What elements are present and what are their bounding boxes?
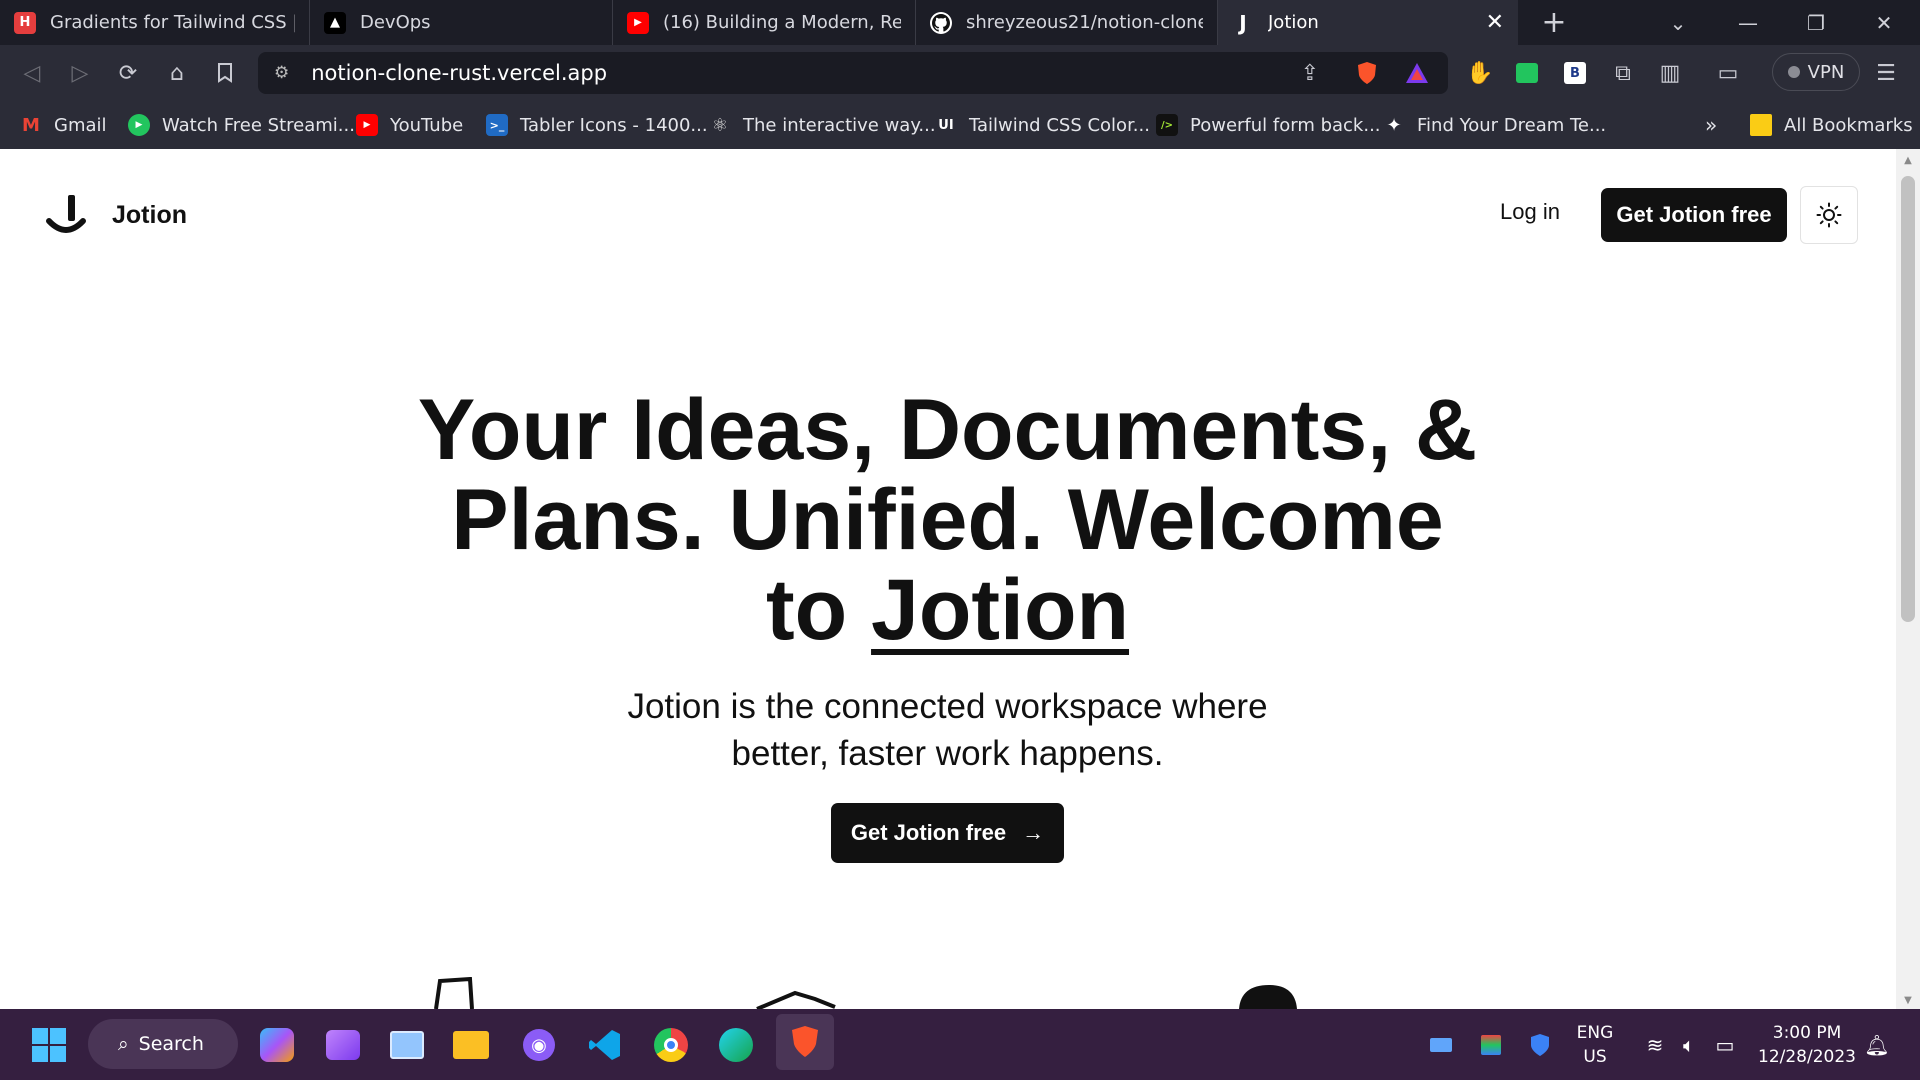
- language-indicator[interactable]: ENG US: [1565, 1021, 1625, 1069]
- browser-chrome: H Gradients for Tailwind CSS | Hyp ▲ Dev…: [0, 0, 1920, 149]
- youtube-favicon-icon: ▶: [627, 11, 649, 34]
- close-tab-icon[interactable]: ✕: [1486, 10, 1504, 35]
- gmail-icon: M: [22, 114, 40, 136]
- extensions-puzzle-icon[interactable]: ⧉: [1603, 45, 1643, 101]
- extension-1-icon[interactable]: ✋: [1460, 45, 1500, 101]
- tab-gradients[interactable]: H Gradients for Tailwind CSS | Hyp: [0, 0, 310, 45]
- vercel-favicon-icon: ▲: [324, 11, 346, 34]
- bookmark-watch-free[interactable]: ▶ Watch Free Streami...: [128, 101, 355, 149]
- chrome-icon[interactable]: [646, 1020, 696, 1070]
- hyperui-favicon-icon: H: [14, 11, 36, 34]
- minimize-button[interactable]: —: [1720, 0, 1776, 45]
- new-tab-button[interactable]: +: [1526, 0, 1582, 45]
- brand-logo[interactable]: Jotion: [46, 193, 187, 237]
- illustration-doodle-middle: [756, 990, 836, 1009]
- close-window-button[interactable]: ✕: [1856, 0, 1912, 45]
- tab-github[interactable]: shreyzeous21/notion-clone: Nc: [916, 0, 1218, 45]
- vpn-button[interactable]: VPN: [1772, 53, 1860, 91]
- all-bookmarks-button[interactable]: All Bookmarks: [1750, 101, 1913, 149]
- github-desktop-icon[interactable]: ◉: [514, 1020, 564, 1070]
- bookmark-tabler[interactable]: >_ Tabler Icons - 1400...: [486, 101, 708, 149]
- scroll-up-icon[interactable]: ▲: [1896, 151, 1920, 169]
- tab-devops[interactable]: ▲ DevOps: [310, 0, 613, 45]
- wallet-icon[interactable]: ▭: [1708, 45, 1748, 101]
- bookmark-icon[interactable]: [205, 45, 245, 101]
- scrollbar-thumb[interactable]: [1901, 176, 1915, 622]
- url-text: notion-clone-rust.vercel.app: [311, 61, 608, 85]
- brave-taskbar-icon[interactable]: [776, 1014, 834, 1070]
- sparkle-icon: ✦: [1386, 114, 1402, 136]
- extension-2-icon[interactable]: [1507, 45, 1547, 101]
- tray-app-icon[interactable]: [1416, 1020, 1466, 1070]
- brave-rewards-icon[interactable]: [1397, 45, 1437, 101]
- page-scrollbar[interactable]: ▲ ▼: [1896, 149, 1920, 1009]
- login-link[interactable]: Log in: [1500, 199, 1560, 225]
- bookmark-gmail[interactable]: M Gmail: [20, 101, 106, 149]
- file-explorer-icon[interactable]: [446, 1020, 496, 1070]
- jotion-logo-icon: [46, 193, 86, 237]
- brave-shields-icon[interactable]: [1347, 45, 1387, 101]
- menu-icon[interactable]: ☰: [1866, 45, 1906, 101]
- clock[interactable]: 3:00 PM 12/28/2023: [1752, 1021, 1862, 1069]
- illustration-doodle-right: [1239, 985, 1297, 1009]
- hero-brand: Jotion: [871, 562, 1130, 658]
- scroll-down-icon[interactable]: ▼: [1896, 991, 1920, 1009]
- play-icon: ▶: [128, 114, 150, 136]
- reload-icon[interactable]: ⟳: [108, 45, 148, 101]
- brand-name: Jotion: [112, 200, 187, 229]
- home-icon[interactable]: ⌂: [157, 45, 197, 101]
- theme-toggle-button[interactable]: [1800, 186, 1858, 244]
- vscode-icon[interactable]: [580, 1020, 630, 1070]
- security-shield-icon[interactable]: [1515, 1020, 1565, 1070]
- folder-icon: [1750, 114, 1772, 136]
- get-jotion-free-hero-button[interactable]: Get Jotion free →: [831, 803, 1064, 863]
- forward-icon[interactable]: ▷: [60, 45, 100, 101]
- arrow-right-icon: →: [1022, 820, 1045, 845]
- tray-app-2-icon[interactable]: [1466, 1020, 1516, 1070]
- sun-icon: [1816, 202, 1842, 228]
- taskbar-search[interactable]: ⌕ Search: [88, 1019, 238, 1069]
- hero-line-3-prefix: to: [765, 562, 848, 658]
- edge-icon[interactable]: [711, 1020, 761, 1070]
- dev-home-preview-icon[interactable]: [318, 1020, 368, 1070]
- copilot-preview-icon[interactable]: [252, 1020, 302, 1070]
- bookmarks-overflow-button[interactable]: »: [1705, 101, 1717, 149]
- youtube-icon: ▶: [356, 114, 378, 136]
- address-bar[interactable]: ⚙ notion-clone-rust.vercel.app: [258, 52, 1448, 94]
- sidebar-icon[interactable]: ▥: [1650, 45, 1690, 101]
- page-viewport: Jotion Log in Get Jotion free Your Ideas…: [0, 149, 1920, 1009]
- hero-line-2: Plans. Unified. Welcome: [451, 472, 1444, 568]
- site-settings-icon[interactable]: ⚙: [274, 63, 289, 83]
- notification-bell-icon[interactable]: 🔔︎: [1852, 1020, 1902, 1070]
- github-icon: [930, 11, 952, 34]
- bookmark-find-dream[interactable]: ✦ Find Your Dream Te...: [1383, 101, 1606, 149]
- code-icon: />: [1156, 114, 1178, 136]
- tabler-icon: >_: [486, 114, 508, 136]
- extension-3-icon[interactable]: B: [1555, 45, 1595, 101]
- react-icon: ⚛: [711, 114, 729, 136]
- illustration-doodle-left: [434, 977, 474, 1009]
- restore-button[interactable]: ❐: [1788, 0, 1844, 45]
- hero-heading: Your Ideas, Documents, & Plans. Unified.…: [330, 385, 1565, 655]
- bookmark-youtube[interactable]: ▶ YouTube: [356, 101, 463, 149]
- hero-subtitle: Jotion is the connected workspace where …: [627, 687, 1268, 773]
- battery-icon[interactable]: ▭: [1700, 1020, 1750, 1070]
- bookmark-interactive[interactable]: ⚛ The interactive way...: [709, 101, 936, 149]
- search-icon: ⌕: [118, 1033, 129, 1055]
- jotion-favicon-icon: J: [1239, 10, 1247, 35]
- ui-icon: UI: [938, 117, 954, 133]
- get-jotion-free-nav-button[interactable]: Get Jotion free: [1601, 188, 1787, 242]
- bookmark-tailwind-colors[interactable]: UI Tailwind CSS Color...: [935, 101, 1150, 149]
- tab-youtube-video[interactable]: ▶ (16) Building a Modern, Respon: [613, 0, 916, 45]
- vpn-status-icon: [1787, 66, 1800, 78]
- app-window-icon[interactable]: [382, 1020, 432, 1070]
- hero-line-1: Your Ideas, Documents, &: [417, 382, 1478, 478]
- tab-bar: H Gradients for Tailwind CSS | Hyp ▲ Dev…: [0, 0, 1920, 45]
- windows-start-icon[interactable]: [24, 1020, 74, 1070]
- tab-search-chevron-icon[interactable]: ⌄: [1650, 0, 1706, 45]
- share-icon[interactable]: ⇪: [1290, 45, 1330, 101]
- back-icon[interactable]: ◁: [12, 45, 52, 101]
- tab-jotion-active[interactable]: J Jotion ✕: [1218, 0, 1518, 45]
- bookmark-form-backend[interactable]: /> Powerful form back...: [1156, 101, 1381, 149]
